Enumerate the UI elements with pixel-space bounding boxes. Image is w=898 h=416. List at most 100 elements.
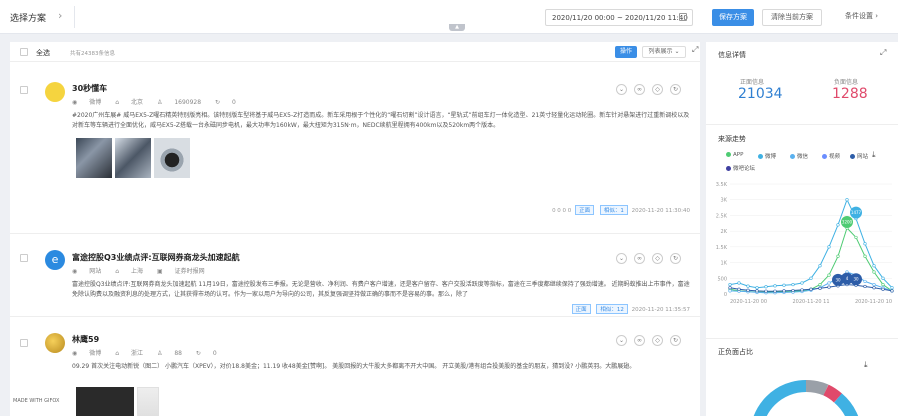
link-icon[interactable]: ∞ <box>634 84 645 95</box>
y-tick-label: 0 <box>724 292 727 298</box>
positive-value: 21034 <box>738 86 783 102</box>
divider <box>706 124 898 125</box>
tag-icon[interactable]: ◇ <box>652 84 663 95</box>
tag-icon[interactable]: ◇ <box>652 335 663 346</box>
chevron-down-icon[interactable]: ⌄ <box>616 335 627 346</box>
legend-website[interactable]: 网站 <box>850 152 868 160</box>
point-label: 1477 <box>851 210 862 215</box>
data-point <box>800 288 804 292</box>
negative-label: 负面信息 <box>834 79 859 86</box>
image-thumbnail[interactable] <box>115 138 151 178</box>
item-source: 微博 <box>89 99 102 106</box>
expand-icon[interactable]: ⤢ <box>880 48 886 58</box>
item-source: 网站 <box>89 268 102 275</box>
item-checkbox[interactable] <box>20 254 28 262</box>
data-point <box>728 282 732 287</box>
point-label: 30 <box>835 277 841 282</box>
legend-dot-icon <box>726 166 731 171</box>
image-thumbnail[interactable] <box>76 138 112 178</box>
chevron-down-icon[interactable]: ⌄ <box>616 253 627 264</box>
legend-weibo[interactable]: 微博 <box>758 152 776 160</box>
data-point <box>818 282 822 287</box>
y-tick-label: 500 <box>717 276 727 282</box>
item-checkbox[interactable] <box>20 339 28 347</box>
point-label: 3200 <box>842 220 853 225</box>
info-title: 信息详情 <box>718 51 746 59</box>
data-point <box>881 287 885 291</box>
data-point <box>746 284 750 288</box>
ie-icon: e <box>45 250 65 270</box>
weibo-icon: ◉ <box>72 350 78 357</box>
list-item: e 富途控股Q3业绩点评:互联网券商龙头加速起航 ◉ 网站 ⌂ 上海 ▣ 证券时报网 … <box>10 234 700 317</box>
download-icon[interactable]: ⤓ <box>864 360 868 370</box>
legend-forum[interactable]: 微吧论坛 <box>726 164 755 172</box>
date-range-picker[interactable]: 2020/11/20 00:00 ~ 2020/11/20 11:40 <box>545 9 693 26</box>
refresh-icon[interactable]: ↻ <box>670 84 681 95</box>
list-mode-select[interactable]: 列表展示 ⌄ <box>642 46 686 58</box>
data-point <box>818 286 822 290</box>
legend-dot-icon <box>790 154 795 159</box>
image-thumbnail[interactable] <box>76 387 134 416</box>
save-scheme-button[interactable]: 保存方案 <box>712 9 754 26</box>
legend-video[interactable]: 视频 <box>822 152 840 160</box>
sentiment-tag[interactable]: 正面 <box>571 304 591 314</box>
legend-app[interactable]: APP <box>726 152 743 158</box>
link-icon[interactable]: ∞ <box>634 253 645 264</box>
user-icon: ♙ <box>156 350 163 357</box>
collapse-handle-icon[interactable]: ▲ <box>449 24 465 31</box>
item-source: 微博 <box>89 350 102 357</box>
divider <box>706 338 898 339</box>
image-thumbnail[interactable] <box>137 387 159 416</box>
item-actions: ⌄ ∞ ◇ ↻ <box>616 335 688 346</box>
legend-label: 网站 <box>857 154 869 160</box>
chevron-right-icon[interactable]: › <box>58 9 62 22</box>
download-icon[interactable]: ⤓ <box>872 150 876 160</box>
refresh-icon[interactable]: ↻ <box>670 253 681 264</box>
legend-dot-icon <box>850 154 855 159</box>
total-count: 共有24383条信息 <box>70 51 115 57</box>
item-time: 2020-11-20 11:30:40 <box>631 208 690 214</box>
data-point <box>737 281 741 285</box>
data-point <box>737 287 741 291</box>
condition-settings-button[interactable]: 条件设置 › <box>845 11 878 21</box>
refresh-icon[interactable]: ↻ <box>670 335 681 346</box>
similar-tag[interactable]: 相似：12 <box>596 304 628 314</box>
x-tick-label: 2020-11-20 11 <box>792 299 829 305</box>
select-all-label: 全选 <box>36 49 50 57</box>
item-time: 2020-11-20 11:35:57 <box>631 307 690 313</box>
data-point <box>791 288 795 293</box>
expand-icon[interactable]: ⤢ <box>692 45 698 55</box>
legend-weixin[interactable]: 微信 <box>790 152 808 160</box>
item-actions: ⌄ ∞ ◇ ↻ <box>616 253 688 264</box>
item-actions: ⌄ ∞ ◇ ↻ <box>616 84 688 95</box>
similar-tag[interactable]: 相似：1 <box>599 205 628 215</box>
sentiment-tag[interactable]: 正面 <box>575 205 595 215</box>
operation-button[interactable]: 操作 <box>615 46 637 58</box>
legend-dot-icon <box>758 154 763 159</box>
scheme-selector[interactable]: 选择方案 <box>10 11 46 24</box>
avatar <box>45 82 65 102</box>
item-title[interactable]: 30秒懂车 <box>72 83 107 94</box>
item-title[interactable]: 富途控股Q3业绩点评:互联网券商龙头加速起航 <box>72 252 240 263</box>
tag-icon[interactable]: ◇ <box>652 253 663 264</box>
weibo-icon: ◉ <box>72 99 78 106</box>
y-tick-label: 3K <box>721 198 728 204</box>
info-sidebar: 信息详情 ⤢ 正面信息 21034 负面信息 1288 来源走势 APP 微博 … <box>706 42 898 416</box>
item-followers: 88 <box>174 350 182 357</box>
item-meta: ◉ 微博 ⌂ 浙江 ♙ 88 ↻ 0 <box>72 348 229 357</box>
item-checkbox[interactable] <box>20 86 28 94</box>
clear-scheme-button[interactable]: 清除当前方案 <box>762 9 822 26</box>
made-with-badge: MADE WITH GIFOX <box>10 397 63 405</box>
select-all-checkbox[interactable] <box>20 48 28 56</box>
chevron-down-icon[interactable]: ⌄ <box>616 84 627 95</box>
location-icon: ⌂ <box>115 350 119 357</box>
data-point <box>782 283 786 287</box>
list-header: 全选 共有24383条信息 操作 列表展示 ⌄ ⤢ <box>10 42 700 62</box>
image-thumbnail[interactable] <box>154 138 190 178</box>
web-icon: ◉ <box>72 268 78 275</box>
repost-icon: ↻ <box>195 350 201 357</box>
item-title[interactable]: 林鹰59 <box>72 334 99 345</box>
link-icon[interactable]: ∞ <box>634 335 645 346</box>
legend-label: 视频 <box>829 154 841 160</box>
list-item: 30秒懂车 ◉ 微博 ⌂ 北京 ♙ 1690928 ↻ 0 ⌄ ∞ ◇ ↻ #2020广州车展… <box>10 62 700 234</box>
